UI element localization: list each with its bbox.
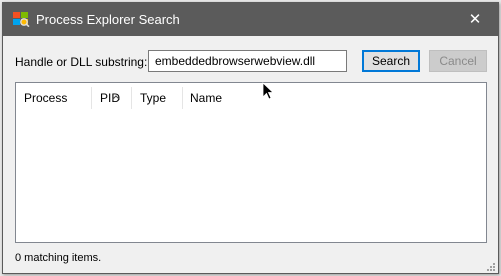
process-explorer-icon [12, 11, 30, 28]
search-input[interactable] [148, 50, 347, 72]
title-bar[interactable]: Process Explorer Search ✕ [3, 3, 498, 36]
close-button[interactable]: ✕ [452, 3, 498, 36]
resize-grip-icon[interactable] [486, 261, 496, 271]
column-separator[interactable] [131, 87, 132, 109]
results-header: Process PID Type Name [16, 83, 486, 113]
search-label: Handle or DLL substring: [15, 55, 148, 69]
window-title: Process Explorer Search [36, 12, 180, 27]
column-header-pid[interactable]: PID [100, 83, 120, 113]
status-text: 0 matching items. [15, 252, 102, 264]
search-button[interactable]: Search [362, 50, 420, 72]
close-icon: ✕ [468, 11, 482, 28]
column-separator[interactable] [91, 87, 92, 109]
column-header-process[interactable]: Process [24, 83, 67, 113]
column-separator[interactable] [182, 87, 183, 109]
results-list[interactable]: Process PID Type Name [15, 82, 487, 243]
column-header-name[interactable]: Name [190, 83, 222, 113]
cancel-button[interactable]: Cancel [429, 50, 487, 72]
search-dialog: Process Explorer Search ✕ Handle or DLL … [2, 2, 499, 274]
column-header-type[interactable]: Type [140, 83, 166, 113]
sort-ascending-icon [112, 81, 120, 111]
mouse-cursor-icon [262, 82, 275, 100]
